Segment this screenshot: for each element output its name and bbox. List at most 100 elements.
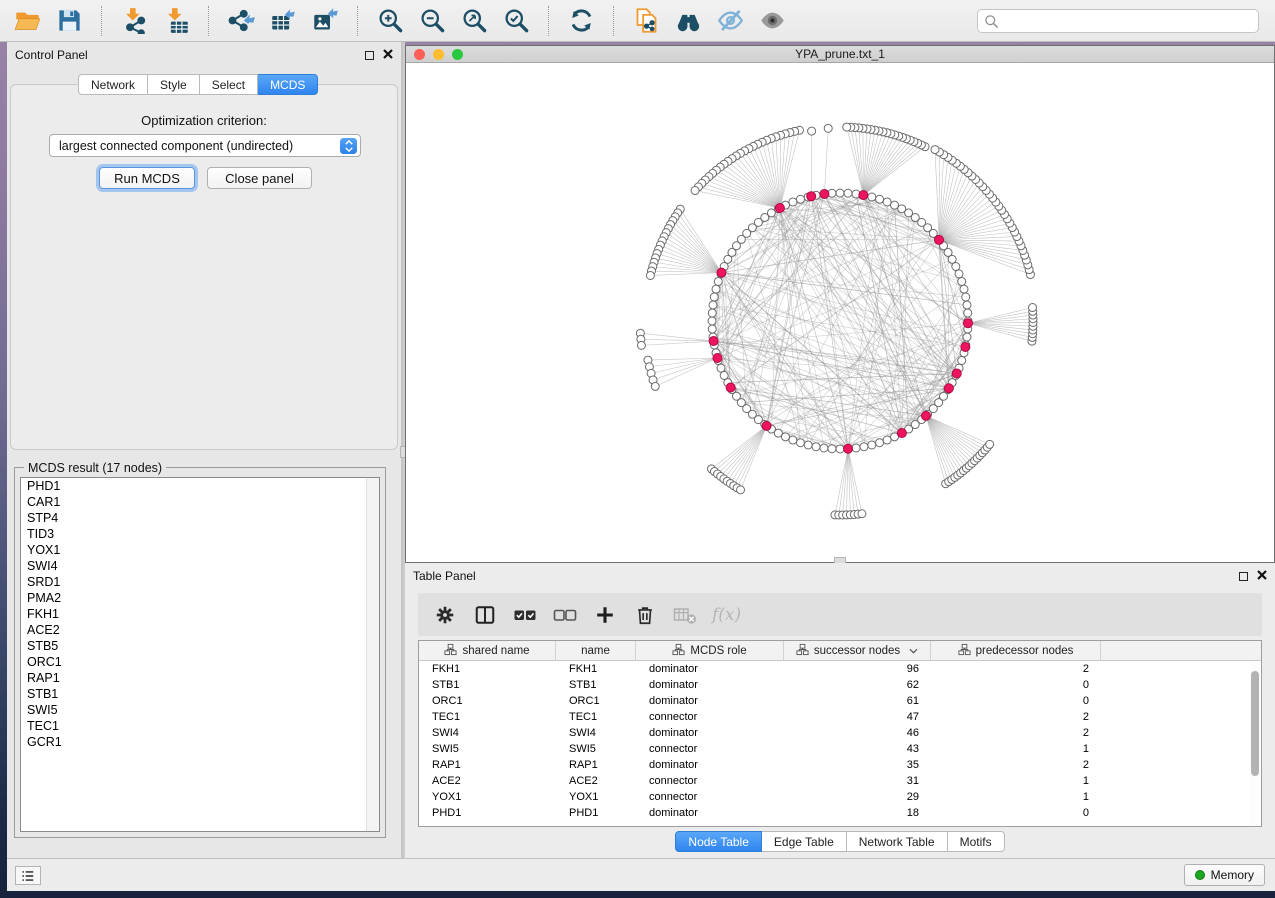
mcds-result-item[interactable]: TEC1 <box>21 718 379 734</box>
table-scrollbar-thumb[interactable] <box>1251 671 1259 776</box>
network-node[interactable] <box>708 325 716 333</box>
network-mcds-hub-node[interactable] <box>897 429 906 438</box>
cell-shared-name[interactable]: ACE2 <box>419 773 556 789</box>
save-session-button[interactable] <box>48 3 90 39</box>
cell-shared-name[interactable]: SWI5 <box>419 741 556 757</box>
table-row[interactable]: ORC1ORC1dominator610 <box>419 693 1261 709</box>
mcds-result-item[interactable]: ORC1 <box>21 654 379 670</box>
network-node[interactable] <box>651 382 659 390</box>
network-node[interactable] <box>868 193 876 201</box>
network-node[interactable] <box>860 443 868 451</box>
network-node[interactable] <box>828 445 836 453</box>
network-node[interactable] <box>824 124 832 132</box>
network-node[interactable] <box>876 439 884 447</box>
network-node[interactable] <box>960 285 968 293</box>
network-node[interactable] <box>708 317 716 325</box>
table-row[interactable]: SWI4SWI4dominator462 <box>419 725 1261 741</box>
network-node[interactable] <box>955 270 963 278</box>
search-network-button[interactable] <box>667 3 709 39</box>
network-node[interactable] <box>958 357 966 365</box>
tab-style[interactable]: Style <box>148 74 200 95</box>
network-node[interactable] <box>964 309 972 317</box>
criterion-select[interactable]: largest connected component (undirected) <box>49 134 361 157</box>
close-panel-button[interactable]: Close panel <box>207 167 312 189</box>
mcds-result-item[interactable]: PHD1 <box>21 478 379 494</box>
network-node[interactable] <box>782 433 790 441</box>
cell-shared-name[interactable]: FKH1 <box>419 661 556 677</box>
cell-MCDS-role[interactable]: connector <box>636 773 784 789</box>
table-row[interactable]: TEC1TEC1connector472 <box>419 709 1261 725</box>
network-node[interactable] <box>963 301 971 309</box>
table-row[interactable]: PHD1PHD1dominator180 <box>419 805 1261 821</box>
network-node[interactable] <box>691 187 699 195</box>
cell-predecessor-nodes[interactable]: 1 <box>931 789 1101 805</box>
cell-shared-name[interactable]: STB1 <box>419 677 556 693</box>
tab-mcds[interactable]: MCDS <box>258 74 318 95</box>
network-node[interactable] <box>714 277 722 285</box>
mcds-result-item[interactable]: STP4 <box>21 510 379 526</box>
network-mcds-hub-node[interactable] <box>961 342 970 351</box>
cell-predecessor-nodes[interactable]: 1 <box>931 741 1101 757</box>
refresh-view-button[interactable] <box>560 3 602 39</box>
zoom-fit-button[interactable] <box>453 3 495 39</box>
cell-MCDS-role[interactable]: connector <box>636 741 784 757</box>
tab-network-table[interactable]: Network Table <box>847 831 948 852</box>
cell-name[interactable]: SWI5 <box>556 741 636 757</box>
cell-shared-name[interactable]: ORC1 <box>419 693 556 709</box>
network-node[interactable] <box>820 444 828 452</box>
network-node[interactable] <box>986 440 994 448</box>
network-node[interactable] <box>812 443 820 451</box>
network-node[interactable] <box>789 198 797 206</box>
cell-predecessor-nodes[interactable]: 2 <box>931 757 1101 773</box>
network-node[interactable] <box>843 123 851 131</box>
export-table-button[interactable] <box>262 3 304 39</box>
mcds-result-list[interactable]: PHD1CAR1STP4TID3YOX1SWI4SRD1PMA2FKH1ACE2… <box>20 477 380 832</box>
network-mcds-hub-node[interactable] <box>820 189 829 198</box>
mcds-result-item[interactable]: SRD1 <box>21 574 379 590</box>
zoom-in-button[interactable] <box>369 3 411 39</box>
network-mcds-hub-node[interactable] <box>762 421 771 430</box>
network-node[interactable] <box>836 189 844 197</box>
cell-successor-nodes[interactable]: 35 <box>784 757 931 773</box>
cell-name[interactable]: STB1 <box>556 677 636 693</box>
cell-predecessor-nodes[interactable]: 0 <box>931 677 1101 693</box>
run-mcds-button[interactable]: Run MCDS <box>99 167 195 189</box>
cell-shared-name[interactable]: YOX1 <box>419 789 556 805</box>
table-options-gear-button[interactable] <box>432 602 458 628</box>
tab-node-table[interactable]: Node Table <box>675 831 762 852</box>
network-node[interactable] <box>962 293 970 301</box>
network-node[interactable] <box>710 293 718 301</box>
cell-successor-nodes[interactable]: 47 <box>784 709 931 725</box>
memory-button[interactable]: Memory <box>1184 864 1265 886</box>
network-node[interactable] <box>876 195 884 203</box>
network-node[interactable] <box>836 445 844 453</box>
cell-name[interactable]: RAP1 <box>556 757 636 773</box>
network-mcds-hub-node[interactable] <box>726 383 735 392</box>
cell-name[interactable]: ORC1 <box>556 693 636 709</box>
open-session-button[interactable] <box>6 3 48 39</box>
mcds-result-item[interactable]: STB5 <box>21 638 379 654</box>
table-row[interactable]: RAP1RAP1dominator352 <box>419 757 1261 773</box>
cell-MCDS-role[interactable]: dominator <box>636 805 784 821</box>
cell-MCDS-role[interactable]: dominator <box>636 725 784 741</box>
float-panel-icon[interactable] <box>1239 572 1248 581</box>
zoom-out-button[interactable] <box>411 3 453 39</box>
network-node[interactable] <box>637 341 645 349</box>
network-mcds-hub-node[interactable] <box>859 191 868 200</box>
network-mcds-hub-node[interactable] <box>952 369 961 378</box>
network-mcds-hub-node[interactable] <box>713 353 722 362</box>
network-mcds-hub-node[interactable] <box>935 235 944 244</box>
network-node[interactable] <box>804 441 812 449</box>
show-all-button[interactable] <box>751 3 793 39</box>
import-network-button[interactable] <box>113 3 155 39</box>
cell-name[interactable]: PHD1 <box>556 805 636 821</box>
cell-name[interactable]: YOX1 <box>556 789 636 805</box>
network-node[interactable] <box>931 146 939 154</box>
network-canvas[interactable] <box>406 63 1274 562</box>
cell-predecessor-nodes[interactable]: 2 <box>931 661 1101 677</box>
network-node[interactable] <box>852 444 860 452</box>
mcds-result-item[interactable]: TID3 <box>21 526 379 542</box>
cell-successor-nodes[interactable]: 96 <box>784 661 931 677</box>
mcds-result-item[interactable]: CAR1 <box>21 494 379 510</box>
cell-predecessor-nodes[interactable]: 2 <box>931 709 1101 725</box>
